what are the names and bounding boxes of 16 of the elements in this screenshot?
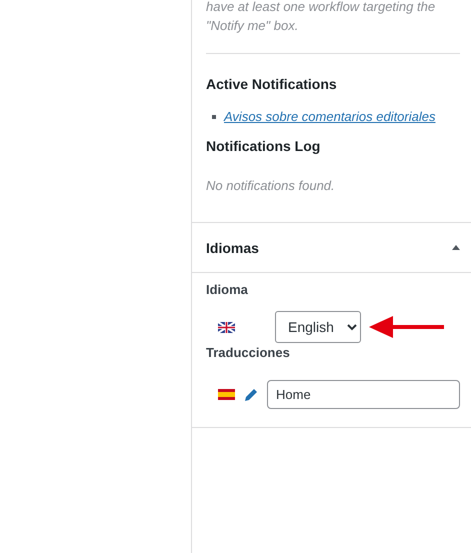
arrow-icon [369,316,445,338]
notification-link[interactable]: Avisos sobre comentarios editoriales [224,109,436,124]
section-heading: Active Notifications [206,76,338,92]
field-label: Idioma [206,282,249,297]
edit-icon[interactable] [244,388,258,402]
field-label: Traducciones [206,345,291,360]
flag-icon [218,322,235,332]
box-title: Idiomas [206,240,259,256]
section-heading: Notifications Log [206,138,322,154]
flag-icon [218,389,235,400]
collapse-icon[interactable] [452,245,460,250]
workflow-note: have at least one workflow targeting the "Notify me" box. [206,0,436,35]
bullet-icon [212,114,216,118]
empty-message: No notifications found. [206,178,336,193]
language-select[interactable]: English [275,311,361,343]
translation-field[interactable]: Home [267,380,460,409]
